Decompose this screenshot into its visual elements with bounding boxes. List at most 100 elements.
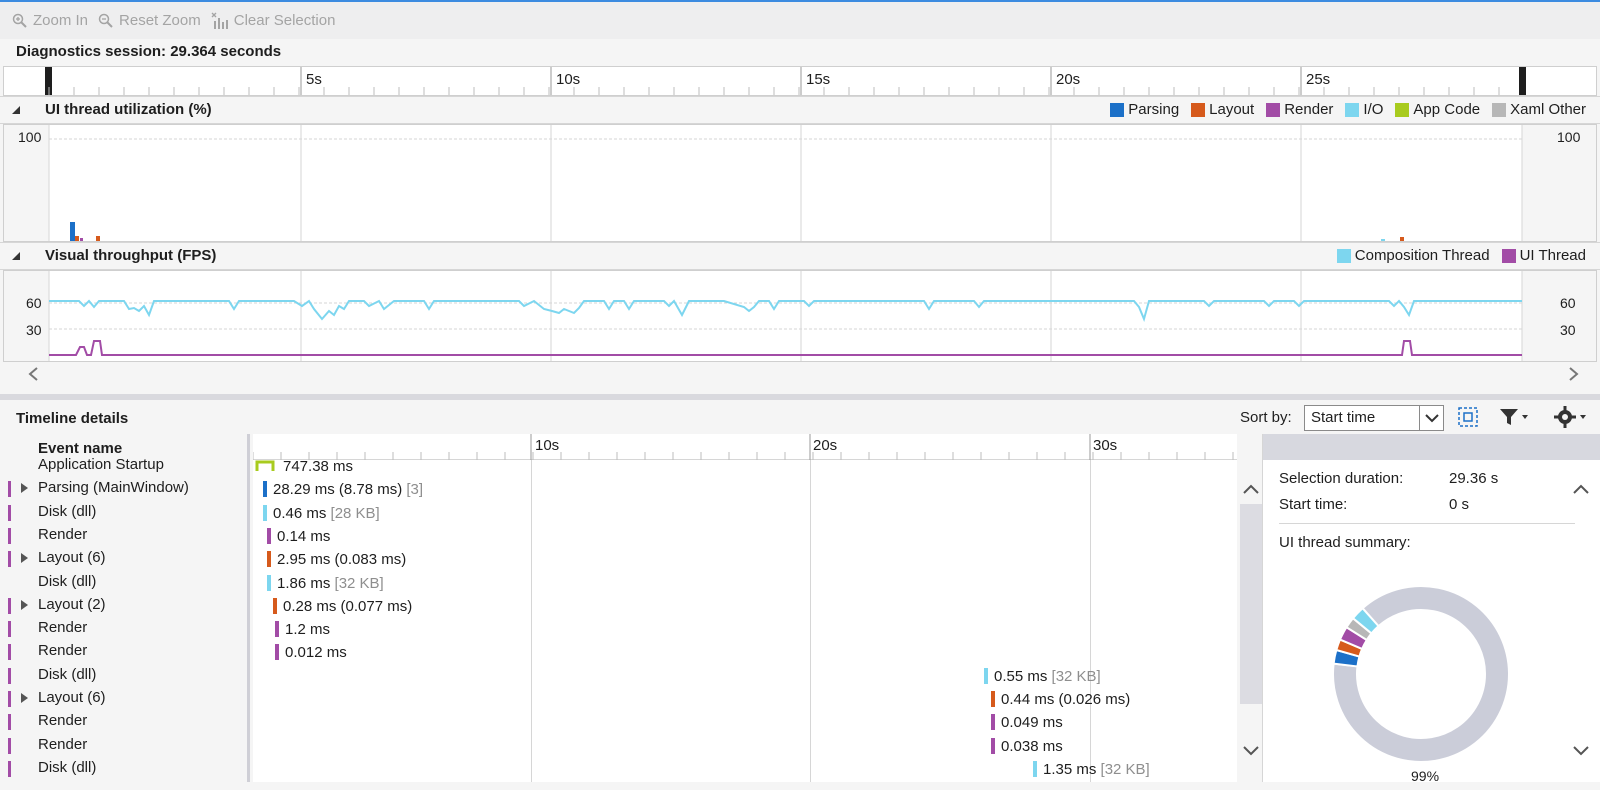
reset-zoom-icon [98,13,113,28]
scroll-thumb[interactable] [1240,504,1262,704]
event-row[interactable]: Layout (6) [0,687,247,710]
event-row[interactable]: Layout (2) [0,594,247,617]
scroll-right-icon[interactable] [1566,367,1580,381]
duration-marker [267,527,271,544]
ui-thread-title: UI thread utilization (%) [45,101,212,118]
legend-label: Composition Thread [1354,247,1490,264]
details-tick-20s: 20s [813,437,838,454]
event-row[interactable]: Render [0,640,247,663]
event-row[interactable]: Parsing (MainWindow) [0,477,247,500]
timeline-hscroll[interactable] [3,363,1597,385]
expand-triangle-icon[interactable] [21,599,28,610]
category-marker [8,760,11,777]
ui-bar-layout3 [1400,237,1404,241]
summary-vscroll[interactable] [1570,480,1592,780]
ruler-tick-10s: 10s [556,71,581,88]
timeline-details-header: Timeline details Sort by: Start time [0,394,1600,432]
fps-chart[interactable]: 60 30 60 30 [3,270,1597,362]
legend-label: App Code [1413,101,1481,118]
event-row[interactable]: Render [0,524,247,547]
duration-marker [991,737,995,754]
event-duration: 0.46 ms [28 KB] [273,504,380,522]
event-duration: 0.44 ms (0.026 ms) [1001,691,1131,708]
category-marker [8,714,11,731]
category-marker [8,667,11,684]
ruler-tick-15s: 15s [806,71,831,88]
event-row[interactable]: Disk (dll) [0,501,247,524]
event-name: Layout (6) [38,689,106,706]
category-marker [8,621,11,638]
event-row[interactable]: Disk (dll) [0,571,247,594]
sort-by-label: Sort by: [1240,409,1292,426]
fps-title: Visual throughput (FPS) [45,247,217,264]
expand-triangle-icon[interactable] [21,693,28,703]
event-duration: 0.049 ms [1001,714,1063,732]
category-marker [8,737,11,754]
duration-marker [267,574,271,591]
scroll-down-icon[interactable] [1572,744,1590,758]
expand-triangle-icon[interactable] [21,483,28,494]
scroll-up-icon[interactable] [1242,482,1260,496]
event-duration: 1.2 ms [285,621,331,639]
event-duration: 0.012 ms [285,644,347,662]
legend-xaml-other: Xaml Other [1492,101,1586,118]
ruler-ticks [48,67,1500,95]
gridline [1090,460,1091,782]
event-duration: 0.28 ms (0.077 ms) [283,597,413,615]
legend-composition-thread: Composition Thread [1336,247,1490,264]
clear-selection-button[interactable]: Clear Selection [211,12,335,30]
ruler-tick-5s: 5s [306,71,322,88]
scroll-up-icon[interactable] [1572,482,1590,496]
gridline [531,460,532,782]
legend-label: Parsing [1128,101,1180,118]
ui-thread-summary-donut [1332,585,1510,763]
ui-thread-chart[interactable]: 100 100 [3,124,1597,242]
timeline-vscroll[interactable] [1240,480,1262,780]
event-row[interactable]: Render [0,617,247,640]
timeline-details-title: Timeline details [16,410,129,427]
selection-duration-label: Selection duration: [1279,470,1404,487]
startup-bracket-icon [255,460,275,471]
scroll-down-icon[interactable] [1242,744,1260,758]
collapse-triangle-icon[interactable] [12,106,20,114]
event-row[interactable]: Application Startup [0,454,247,477]
expand-triangle-icon[interactable] [21,553,28,564]
scroll-left-icon[interactable] [27,367,41,381]
event-row[interactable]: Disk (dll) [0,664,247,687]
duration-marker [263,481,267,498]
event-name: Parsing (MainWindow) [38,479,189,497]
legend-layout: Layout [1191,101,1254,118]
ui-thread-summary-label: UI thread summary: [1279,534,1411,551]
event-row[interactable]: Layout (6) [0,547,247,570]
event-row[interactable]: Render [0,710,247,733]
zoom-to-selection-icon[interactable] [1456,405,1480,429]
filter-icon[interactable] [1498,405,1530,429]
zoom-in-button[interactable]: Zoom In [12,12,88,29]
event-timeline[interactable]: 10s 20s 30s 747.38 ms 28.29 ms (8.78 ms) … [253,434,1237,782]
legend-label: Xaml Other [1510,101,1586,118]
legend-io: I/O [1345,101,1383,118]
category-marker [8,597,11,614]
duration-marker [267,551,271,568]
details-ruler: 10s 20s 30s [253,434,1237,460]
toolbar: Zoom In Reset Zoom Clear Selection [0,2,1600,39]
event-duration: 0.14 ms [277,527,331,545]
gear-icon[interactable] [1553,405,1589,429]
start-time-value: 0 s [1449,496,1470,513]
time-ruler[interactable]: 5s 10s 15s 20s 25s [3,66,1597,96]
event-row[interactable]: Disk (dll) [0,757,247,780]
ui-thread-legend: Parsing Layout Render I/O App Code Xaml … [1110,101,1586,118]
event-row[interactable]: Render [0,734,247,757]
legend-label: I/O [1363,101,1384,118]
event-duration: 1.35 ms [32 KB] [1043,760,1150,778]
sort-by-select[interactable]: Start time [1304,405,1444,431]
ruler-tick-25s: 25s [1306,71,1331,88]
reset-zoom-button[interactable]: Reset Zoom [98,12,201,29]
duration-marker [263,504,267,521]
ui-bar-render [80,238,83,241]
clear-selection-icon [211,12,228,29]
category-marker [8,644,11,661]
selection-duration-value: 29.36 s [1449,470,1499,487]
collapse-triangle-icon[interactable] [12,252,20,260]
duration-marker [991,714,995,731]
